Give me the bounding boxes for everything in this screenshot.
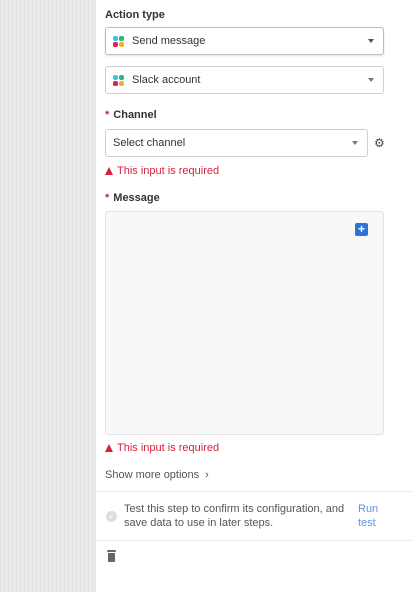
show-more-options-label: Show more options [105, 469, 200, 481]
channel-error-text: This input is required [117, 165, 220, 177]
message-input[interactable]: + [105, 211, 384, 435]
required-marker: * [105, 109, 110, 121]
test-step-description: Test this step to confirm its configurat… [124, 503, 345, 529]
action-type-select[interactable]: Send message [105, 27, 384, 55]
channel-placeholder: Select channel [113, 137, 186, 149]
action-config-panel: Action type Send message Slack account *… [96, 0, 412, 592]
channel-error: This input is required [105, 165, 219, 177]
divider [96, 540, 412, 541]
required-marker: * [105, 192, 110, 204]
message-label-text: Message [113, 192, 160, 204]
slack-account-select[interactable]: Slack account [105, 66, 384, 94]
divider [96, 491, 412, 492]
message-label: * Message [105, 192, 160, 204]
channel-label: * Channel [105, 109, 157, 121]
message-error-text: This input is required [117, 442, 220, 454]
insert-data-button[interactable]: + [355, 223, 368, 236]
channel-label-text: Channel [113, 109, 157, 121]
chevron-down-icon [352, 141, 358, 145]
action-type-value: Send message [132, 35, 206, 47]
channel-select[interactable]: Select channel [105, 129, 368, 157]
check-circle-icon: ✓ [106, 511, 117, 522]
warning-icon [105, 444, 113, 452]
slack-icon [113, 74, 124, 86]
run-test-link[interactable]: Run test [358, 502, 384, 530]
slack-account-value: Slack account [132, 74, 201, 86]
show-more-options-button[interactable]: Show more options › [105, 469, 209, 481]
chevron-right-icon: › [205, 469, 209, 481]
chevron-down-icon [368, 78, 374, 82]
action-type-label: Action type [105, 9, 165, 21]
trash-icon[interactable] [107, 550, 116, 562]
message-error: This input is required [105, 442, 219, 454]
left-canvas-rail [0, 0, 95, 592]
warning-icon [105, 167, 113, 175]
gear-icon[interactable]: ⚙ [374, 137, 385, 149]
slack-icon [113, 35, 124, 47]
chevron-down-icon [368, 39, 374, 43]
